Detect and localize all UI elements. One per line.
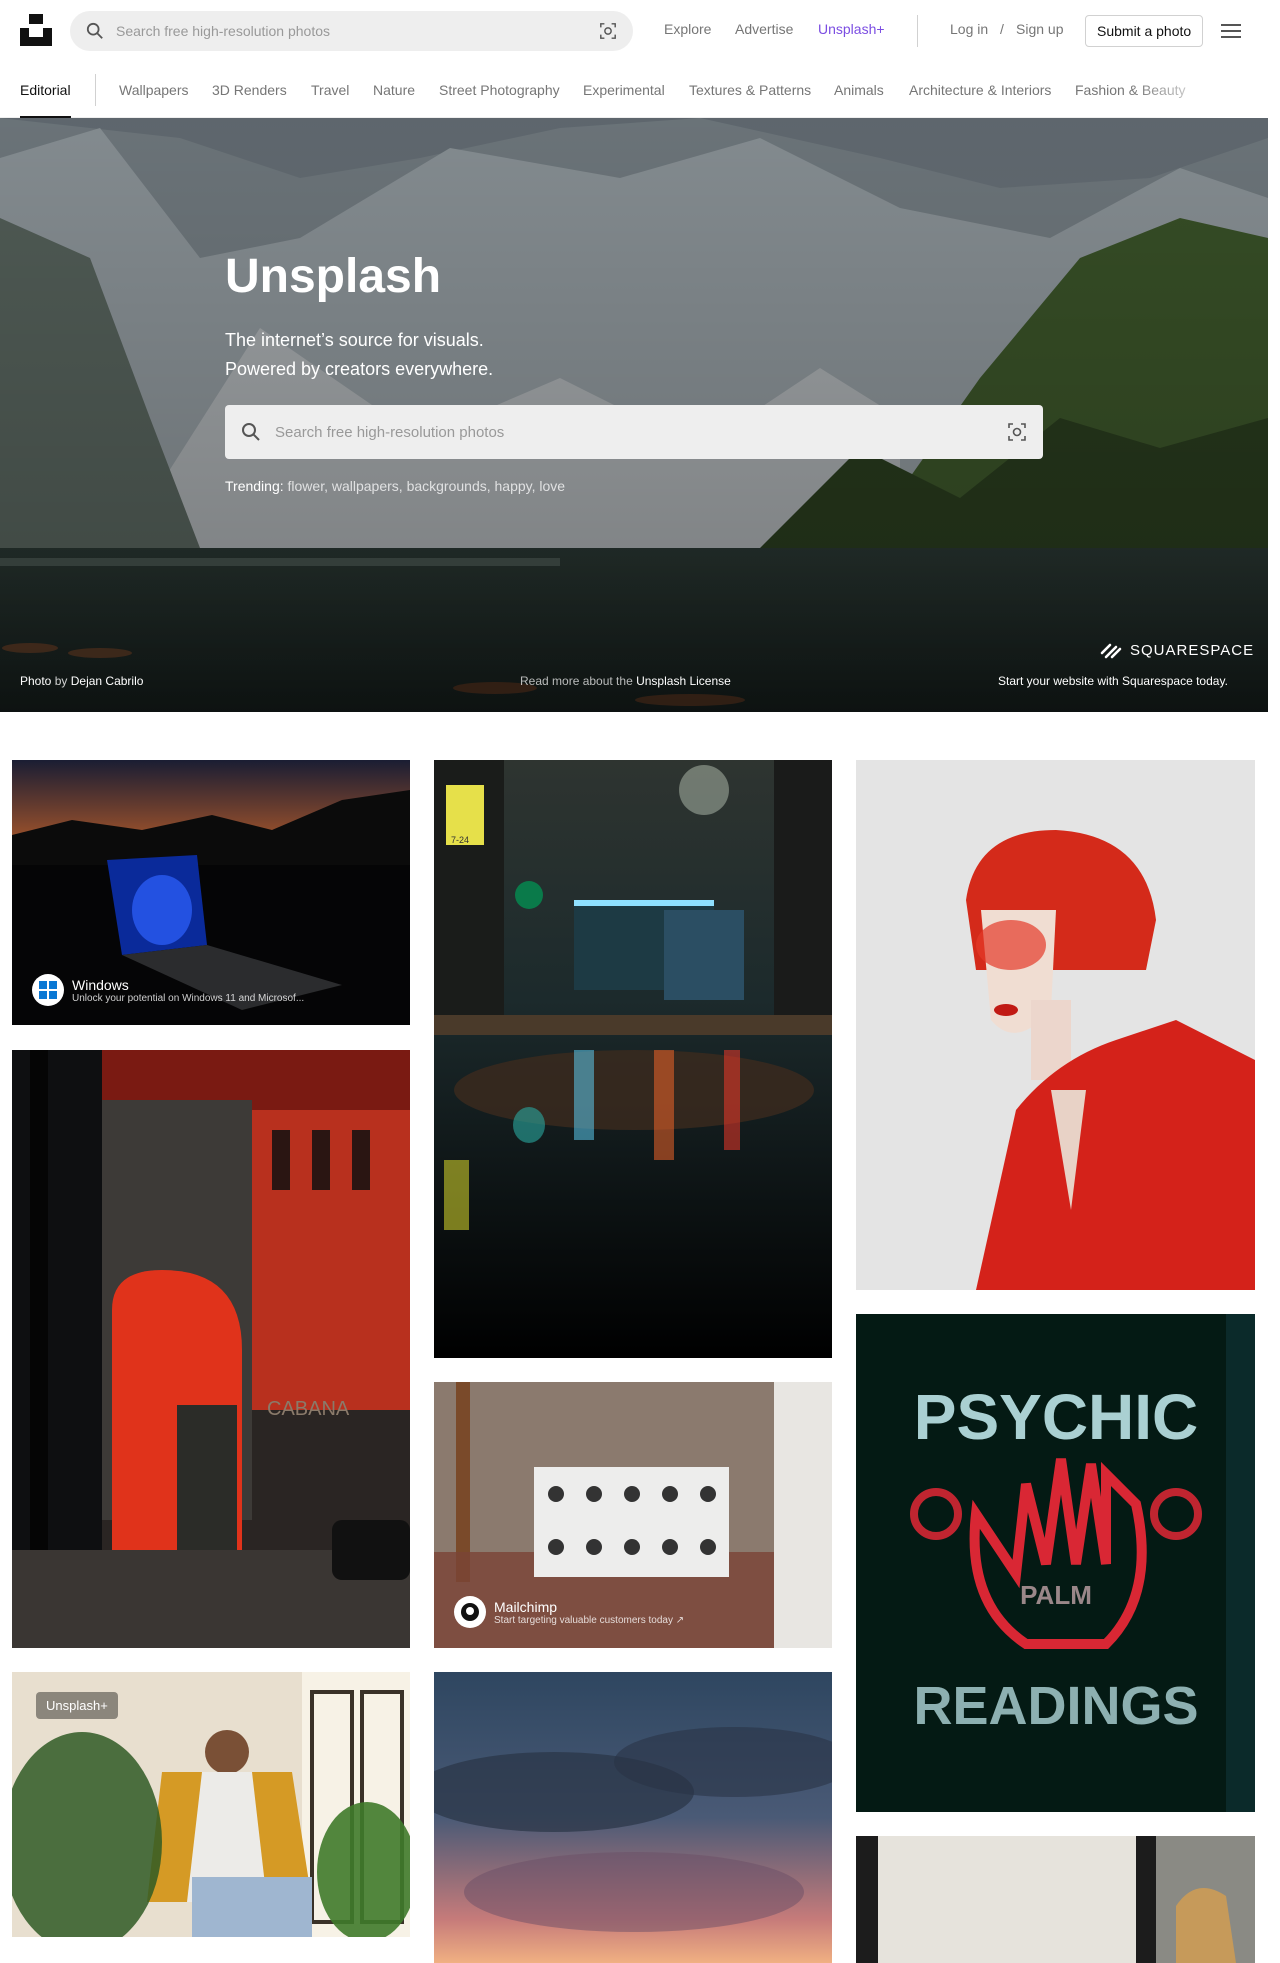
topic-wallpapers[interactable]: Wallpapers <box>119 82 189 98</box>
psychic-neon-bottom: READINGS <box>913 1676 1198 1736</box>
windows-sponsor[interactable]: Windows Unlock your potential on Windows… <box>32 974 304 1006</box>
license-note: Read more about the Unsplash License <box>520 674 731 688</box>
windows-avatar <box>32 974 64 1006</box>
topic-street-photography[interactable]: Street Photography <box>439 82 560 98</box>
psychic-neon-sign-image: PSYCHIC PALM READINGS <box>856 1314 1255 1812</box>
mailchimp-sponsor-name: Mailchimp <box>494 1598 558 1615</box>
header-search-input[interactable] <box>116 23 599 39</box>
windows-logo-icon <box>39 981 57 999</box>
photo-tile-red-hair-portrait[interactable] <box>856 760 1255 1290</box>
photo-tile-sunset-clouds[interactable] <box>434 1672 832 1963</box>
hamburger-menu-icon[interactable] <box>1221 22 1241 40</box>
unsplash-plus-badge: Unsplash+ <box>36 1692 118 1719</box>
topic-architecture-interiors[interactable]: Architecture & Interiors <box>909 82 1051 98</box>
trending-tags[interactable]: flower, wallpapers, backgrounds, happy, … <box>288 478 566 494</box>
interior-chair-image <box>856 1836 1255 1963</box>
topic-travel[interactable]: Travel <box>311 82 349 98</box>
topic-editorial[interactable]: Editorial <box>20 82 71 98</box>
nav-divider <box>917 15 918 47</box>
mailchimp-logo-icon <box>461 1603 479 1621</box>
nav-explore-link[interactable]: Explore <box>664 21 711 37</box>
hero-banner: Unsplash The internet’s source for visua… <box>0 118 1268 712</box>
hero-subtitle-line2: Powered by creators everywhere. <box>225 359 494 379</box>
topic-nature[interactable]: Nature <box>373 82 415 98</box>
hero-search-input[interactable] <box>275 423 1007 441</box>
windows-sponsor-name: Windows <box>72 976 129 993</box>
night-city-reflection-image: 7-24 <box>434 760 832 1358</box>
login-link[interactable]: Log in <box>950 21 988 37</box>
mailchimp-sponsor[interactable]: Mailchimp Start targeting valuable custo… <box>454 1596 684 1628</box>
photo-tile-mailchimp[interactable]: Mailchimp Start targeting valuable custo… <box>434 1382 832 1648</box>
photo-tile-night-city[interactable]: 7-24 <box>434 760 832 1358</box>
psychic-neon-mid: PALM <box>1020 1580 1092 1610</box>
unsplash-logo-icon[interactable] <box>20 14 52 46</box>
signup-link[interactable]: Sign up <box>1016 21 1063 37</box>
photo-tile-red-bus[interactable]: CABANA <box>12 1050 410 1648</box>
photo-tile-psychic-neon[interactable]: PSYCHIC PALM READINGS <box>856 1314 1255 1812</box>
red-hair-woman-image <box>856 760 1255 1290</box>
search-icon[interactable] <box>86 22 104 40</box>
top-header: Explore Advertise Unsplash+ Log in / Sig… <box>0 0 1280 62</box>
hero-subtitle-line1: The internet’s source for visuals. <box>225 330 484 350</box>
hero-subtitle: The internet’s source for visuals. Power… <box>225 326 493 384</box>
topic-experimental[interactable]: Experimental <box>583 82 665 98</box>
photo-tile-windows[interactable]: Windows Unlock your potential on Windows… <box>12 760 410 1025</box>
visual-search-icon[interactable] <box>599 22 617 40</box>
red-bus-image: CABANA <box>12 1050 410 1648</box>
topic-scroll-fade <box>1130 62 1268 118</box>
topic-separator <box>95 74 96 106</box>
squarespace-sponsor-logo[interactable]: SQUARESPACE <box>1098 641 1254 659</box>
photo-tile-unsplash-plus[interactable]: Unsplash+ <box>12 1672 410 1937</box>
login-signup-separator: / <box>1000 21 1004 37</box>
nav-unsplash-plus-link[interactable]: Unsplash+ <box>818 21 885 37</box>
nav-advertise-link[interactable]: Advertise <box>735 21 793 37</box>
topic-textures-patterns[interactable]: Textures & Patterns <box>689 82 811 98</box>
search-icon[interactable] <box>241 422 261 442</box>
street-number-sign: 7-24 <box>451 835 469 845</box>
mailchimp-sponsor-desc: Start targeting valuable customers today… <box>494 1614 685 1626</box>
header-search-bar[interactable] <box>70 11 633 51</box>
topic-nav: Editorial Wallpapers 3D Renders Travel N… <box>0 62 1268 118</box>
psychic-neon-top: PSYCHIC <box>914 1381 1199 1453</box>
trending-label: Trending: <box>225 478 284 494</box>
submit-photo-button[interactable]: Submit a photo <box>1085 15 1204 47</box>
sunset-clouds-image <box>434 1672 832 1963</box>
photo-credit-pre: Photo <box>20 674 52 688</box>
squarespace-wordmark: SQUARESPACE <box>1130 641 1255 659</box>
photo-credit: Photo by Dejan Cabrilo <box>20 674 143 688</box>
license-pre: Read more about the <box>520 674 633 688</box>
squarespace-tagline[interactable]: Start your website with Squarespace toda… <box>998 674 1228 688</box>
license-link[interactable]: Unsplash License <box>636 674 731 688</box>
visual-search-icon[interactable] <box>1007 422 1027 442</box>
trending-searches: Trending: flower, wallpapers, background… <box>225 478 565 494</box>
photographer-link[interactable]: Dejan Cabrilo <box>71 674 144 688</box>
photo-tile-interior[interactable] <box>856 1836 1255 1963</box>
photo-credit-by: by <box>54 674 68 688</box>
topic-3d-renders[interactable]: 3D Renders <box>212 82 287 98</box>
topic-animals[interactable]: Animals <box>834 82 884 98</box>
mailchimp-avatar <box>454 1596 486 1628</box>
windows-sponsor-desc: Unlock your potential on Windows 11 and … <box>72 992 305 1004</box>
hero-search-bar[interactable] <box>225 405 1043 459</box>
squarespace-logo-icon <box>1100 643 1122 659</box>
cabana-sign: CABANA <box>267 1398 350 1420</box>
hero-title: Unsplash <box>225 250 442 303</box>
